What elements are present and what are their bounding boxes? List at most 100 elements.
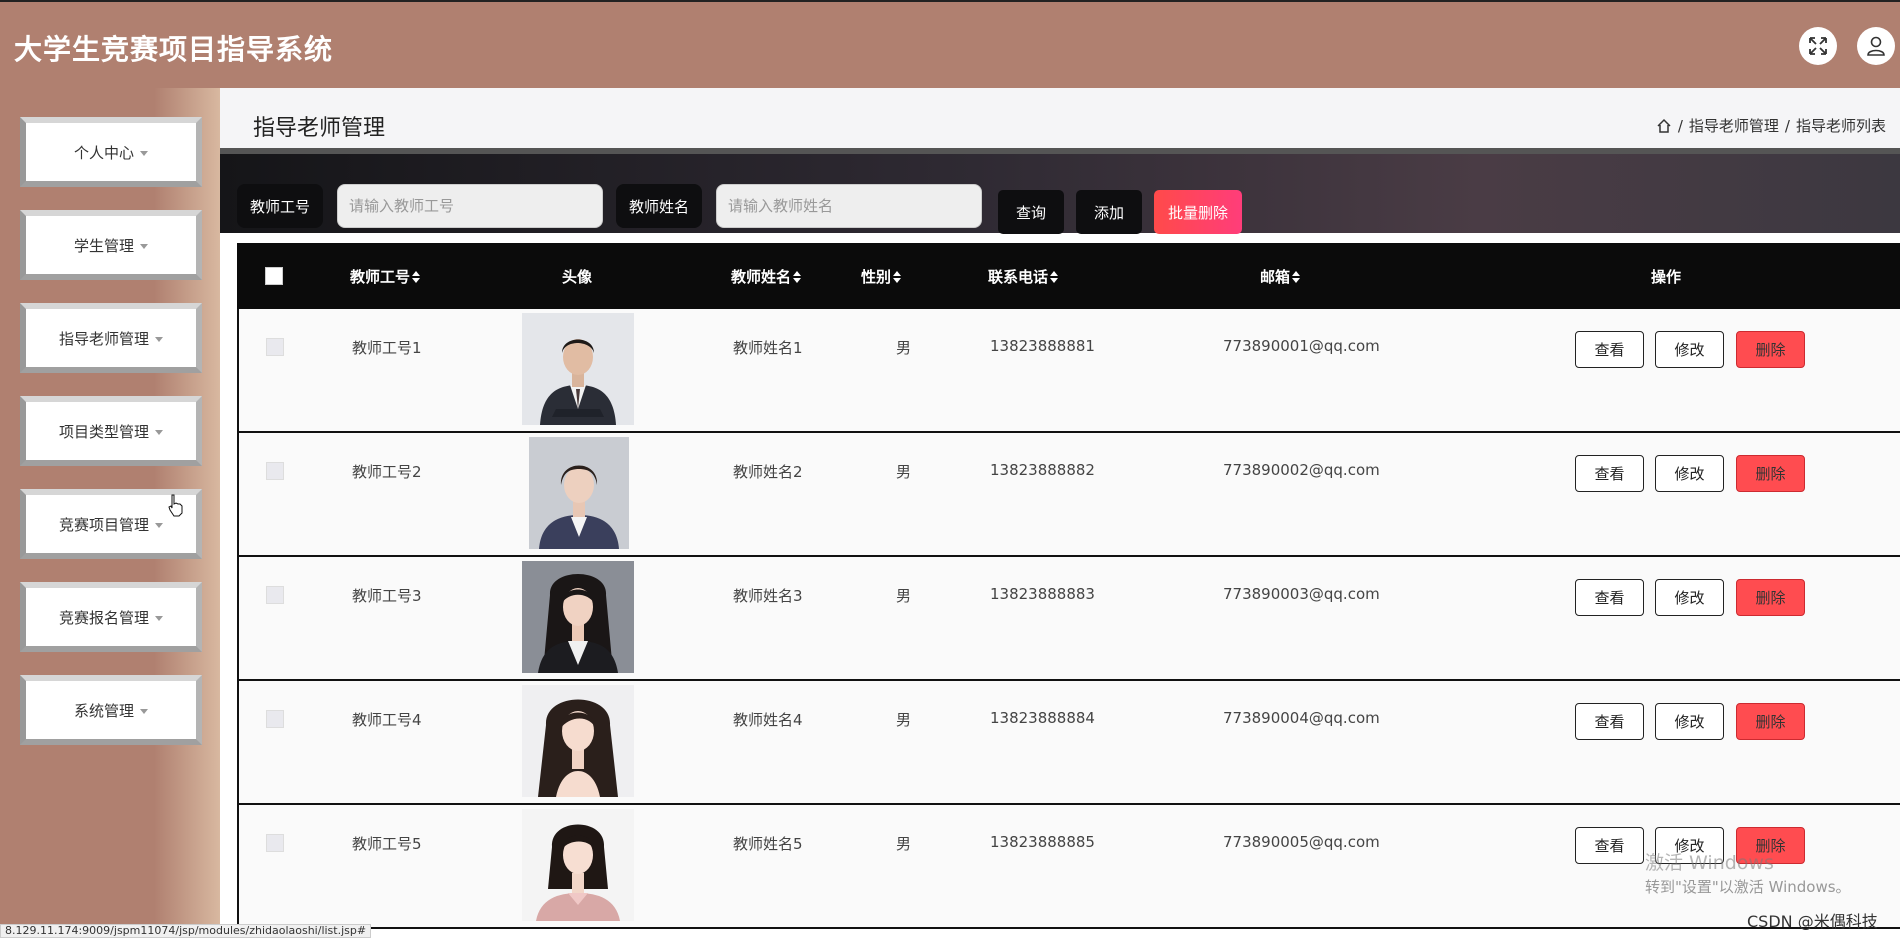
email-cell: 773890005@qq.com	[1223, 833, 1380, 851]
view-button[interactable]: 查看	[1575, 455, 1644, 492]
avatar	[529, 437, 629, 549]
sidebar-item-label: 项目类型管理	[58, 422, 149, 441]
edit-button[interactable]: 修改	[1655, 331, 1724, 368]
view-button[interactable]: 查看	[1575, 703, 1644, 740]
breadcrumb-separator: /	[1784, 116, 1790, 135]
sidebar: 个人中心 学生管理 指导老师管理 项目类型管理 竞赛项目管理 竞赛报名管理 系统…	[0, 88, 220, 938]
search-bar: 教师工号 教师姓名 查询 添加 批量删除	[220, 148, 1900, 234]
sidebar-item-registrations[interactable]: 竞赛报名管理	[20, 582, 202, 652]
activate-windows-hint: 转到"设置"以激活 Windows。	[1645, 878, 1851, 896]
teacher-name-cell: 教师姓名5	[733, 835, 803, 853]
column-header-label: 邮箱	[1260, 268, 1291, 286]
table-row: 教师工号1 教师姓名1 男 13823888881 773890001@qq.c…	[237, 309, 1900, 433]
phone-cell: 13823888881	[990, 337, 1095, 355]
teacher-name-input[interactable]	[716, 184, 982, 228]
query-button[interactable]: 查询	[998, 190, 1064, 234]
row-checkbox[interactable]	[266, 710, 284, 728]
column-header-label: 教师姓名	[731, 268, 792, 286]
main-content: 指导老师管理 / 指导老师管理 / 指导老师列表 教师工号 教师姓名 查询 添加…	[220, 88, 1900, 938]
sort-icon	[1292, 271, 1301, 283]
sidebar-item-students[interactable]: 学生管理	[20, 210, 202, 280]
col-teacher-name[interactable]: 教师姓名	[731, 266, 802, 287]
user-button[interactable]	[1857, 27, 1895, 65]
view-button[interactable]: 查看	[1575, 827, 1644, 864]
col-phone[interactable]: 联系电话	[988, 266, 1059, 287]
teacher-no-cell: 教师工号1	[352, 339, 422, 357]
breadcrumb-item-teacher-management[interactable]: 指导老师管理	[1689, 115, 1779, 136]
caret-down-icon	[140, 150, 148, 156]
teacher-photo	[529, 437, 629, 549]
teacher-photo	[522, 313, 634, 425]
delete-button[interactable]: 删除	[1736, 455, 1805, 492]
gender-cell: 男	[896, 339, 912, 357]
edit-button[interactable]: 修改	[1655, 703, 1724, 740]
avatar	[522, 313, 634, 425]
batch-delete-button[interactable]: 批量删除	[1154, 190, 1242, 234]
csdn-watermark: CSDN @米偶科技	[1747, 912, 1878, 931]
view-button[interactable]: 查看	[1575, 331, 1644, 368]
breadcrumb-item-teacher-list: 指导老师列表	[1795, 117, 1886, 135]
select-all-checkbox[interactable]	[265, 267, 283, 285]
col-avatar: 头像	[562, 268, 593, 286]
fullscreen-button[interactable]	[1799, 27, 1837, 65]
sidebar-item-project-types[interactable]: 项目类型管理	[20, 396, 202, 466]
teacher-photo	[522, 809, 634, 921]
teacher-no-label: 教师工号	[237, 184, 324, 228]
column-header-label: 教师工号	[350, 268, 411, 286]
teacher-no-cell: 教师工号5	[352, 835, 422, 853]
row-checkbox[interactable]	[266, 586, 284, 604]
delete-button[interactable]: 删除	[1736, 331, 1805, 368]
breadcrumb-separator: /	[1677, 116, 1683, 135]
column-header-label: 联系电话	[988, 268, 1049, 286]
col-email[interactable]: 邮箱	[1260, 266, 1301, 287]
delete-button[interactable]: 删除	[1736, 703, 1805, 740]
caret-down-icon	[155, 429, 163, 435]
row-checkbox[interactable]	[266, 834, 284, 852]
avatar	[522, 685, 634, 797]
email-cell: 773890002@qq.com	[1223, 461, 1380, 479]
top-bar: 大学生竞赛项目指导系统	[0, 0, 1900, 88]
edit-button[interactable]: 修改	[1655, 455, 1724, 492]
breadcrumb: / 指导老师管理 / 指导老师列表	[1656, 115, 1886, 136]
add-button[interactable]: 添加	[1076, 190, 1142, 234]
row-checkbox[interactable]	[266, 338, 284, 356]
sidebar-item-personal-center[interactable]: 个人中心	[20, 117, 202, 187]
edit-button[interactable]: 修改	[1655, 579, 1724, 616]
avatar	[522, 561, 634, 673]
column-header-label: 性别	[861, 268, 892, 286]
gender-cell: 男	[896, 587, 912, 605]
user-icon	[1867, 36, 1885, 56]
col-gender[interactable]: 性别	[861, 266, 902, 287]
sidebar-item-teachers[interactable]: 指导老师管理	[20, 303, 202, 373]
gender-cell: 男	[896, 835, 912, 853]
home-icon[interactable]	[1656, 118, 1672, 134]
table-row: 教师工号3 教师姓名3 男 13823888883 773890003@qq.c…	[237, 557, 1900, 681]
sidebar-item-label: 个人中心	[73, 143, 134, 162]
row-checkbox[interactable]	[266, 462, 284, 480]
caret-down-icon	[155, 336, 163, 342]
mouse-cursor-icon	[168, 494, 183, 517]
teacher-name-label: 教师姓名	[616, 184, 703, 228]
col-actions: 操作	[1651, 268, 1682, 286]
page-title: 指导老师管理	[253, 116, 386, 141]
teacher-no-cell: 教师工号4	[352, 711, 422, 729]
sort-icon	[893, 271, 902, 283]
sort-icon	[793, 271, 802, 283]
view-button[interactable]: 查看	[1575, 579, 1644, 616]
teacher-no-input[interactable]	[337, 184, 603, 228]
sort-icon	[1050, 271, 1059, 283]
sidebar-item-label: 系统管理	[73, 701, 134, 720]
col-teacher-no[interactable]: 教师工号	[350, 266, 421, 287]
delete-button[interactable]: 删除	[1736, 579, 1805, 616]
phone-cell: 13823888885	[990, 833, 1095, 851]
teacher-photo	[522, 685, 634, 797]
caret-down-icon	[155, 522, 163, 528]
sidebar-item-system[interactable]: 系统管理	[20, 675, 202, 745]
sidebar-item-label: 竞赛项目管理	[58, 515, 149, 534]
phone-cell: 13823888883	[990, 585, 1095, 603]
gender-cell: 男	[896, 711, 912, 729]
status-bar-url: 8.129.11.174:9009/jspm11074/jsp/modules/…	[0, 924, 372, 938]
caret-down-icon	[155, 615, 163, 621]
teacher-no-cell: 教师工号2	[352, 463, 422, 481]
teacher-no-cell: 教师工号3	[352, 587, 422, 605]
